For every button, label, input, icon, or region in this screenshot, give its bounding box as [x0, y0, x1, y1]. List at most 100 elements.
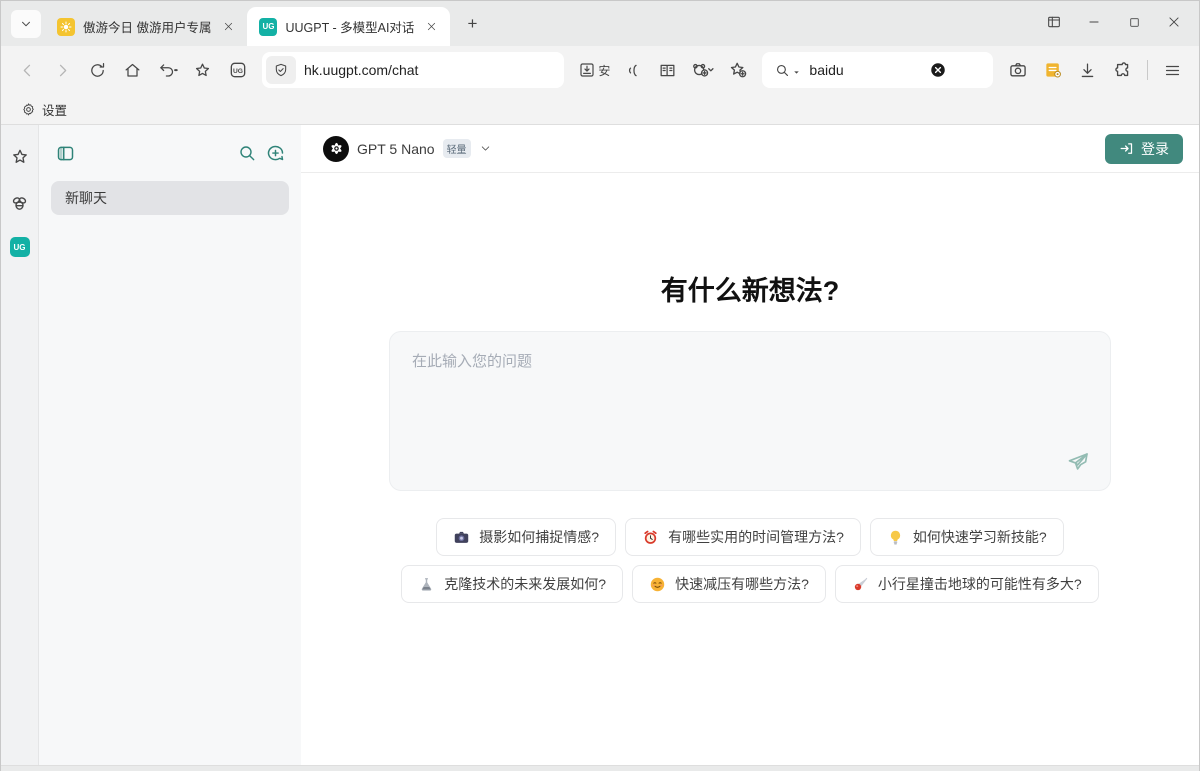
downloads-button[interactable]	[1071, 54, 1104, 87]
forward-button[interactable]	[46, 54, 79, 87]
favorite-star-button[interactable]	[186, 54, 219, 87]
refresh-button[interactable]	[81, 54, 114, 87]
tab-title: 傲游今日 傲游用户专属	[83, 17, 211, 36]
tab-uugpt[interactable]: UG UUGPT - 多模型AI对话	[247, 7, 450, 46]
tab-close-icon[interactable]	[422, 18, 440, 36]
bookmarks-bar: 设置	[1, 94, 1199, 125]
toolbar-divider	[1147, 60, 1148, 80]
chat-sidebar: 新聊天	[39, 125, 301, 765]
comet-emoji-icon	[852, 576, 869, 593]
reader-mode-button[interactable]	[651, 54, 684, 87]
search-engine-dropdown-icon[interactable]	[792, 68, 801, 77]
camera-emoji-icon	[453, 529, 470, 546]
suggestion-chips: 摄影如何捕捉情感? 有哪些实用的时间管理方法? 如何快速学习新技能?	[380, 518, 1120, 603]
forward-icon	[53, 61, 72, 80]
suggestion-chip[interactable]: 克隆技术的未来发展如何?	[401, 565, 623, 603]
download-icon	[1078, 61, 1097, 80]
bookmark-settings[interactable]: 设置	[15, 97, 73, 122]
suggestion-chip[interactable]: 小行星撞击地球的可能性有多大?	[835, 565, 1099, 603]
read-aloud-icon	[623, 61, 642, 80]
note-collect-button[interactable]	[1036, 54, 1069, 87]
back-button[interactable]	[11, 54, 44, 87]
adblock-button[interactable]	[686, 54, 719, 87]
site-shield-icon[interactable]	[266, 56, 296, 84]
alembic-emoji-icon	[418, 576, 435, 593]
side-rail: UG	[1, 125, 39, 765]
chat-body: 有什么新想法? 摄影如何捕捉情感? 有哪些实	[301, 173, 1199, 765]
new-tab-button[interactable]: +	[458, 10, 486, 38]
suggestion-chip[interactable]: 如何快速学习新技能?	[870, 518, 1064, 556]
uugpt-favicon: UG	[259, 18, 277, 36]
suggestion-chip[interactable]: 有哪些实用的时间管理方法?	[625, 518, 861, 556]
chat-main: GPT 5 Nano 轻量 登录 有什么新想法?	[301, 125, 1199, 765]
safe-download-icon	[578, 61, 596, 79]
tab-maxthon-today[interactable]: 傲游今日 傲游用户专属	[45, 7, 247, 46]
suggestion-text: 克隆技术的未来发展如何?	[444, 574, 606, 594]
reader-mode-icon	[658, 61, 677, 80]
search-box[interactable]	[762, 52, 993, 88]
search-input[interactable]	[809, 62, 929, 78]
search-icon	[237, 143, 257, 163]
close-icon[interactable]	[1157, 9, 1191, 35]
suggestion-text: 摄影如何捕捉情感?	[479, 527, 599, 547]
add-bookmark-icon	[728, 60, 748, 80]
clear-search-icon[interactable]	[929, 61, 947, 79]
tab-title: UUGPT - 多模型AI对话	[285, 17, 414, 36]
chat-item-label: 新聊天	[65, 188, 107, 208]
model-name: GPT 5 Nano	[357, 141, 435, 157]
chevron-down-icon	[479, 142, 492, 155]
suggestion-chip[interactable]: 快速减压有哪些方法?	[632, 565, 826, 603]
suggestion-text: 如何快速学习新技能?	[913, 527, 1047, 547]
address-bar[interactable]	[262, 52, 564, 88]
new-chat-button[interactable]	[261, 139, 289, 167]
tab-close-icon[interactable]	[219, 18, 237, 36]
add-bookmark-button[interactable]	[721, 54, 754, 87]
maxthon-sun-icon	[57, 18, 75, 36]
safe-download-button[interactable]: 安	[574, 54, 614, 87]
browser-toolbar: UG 安	[1, 46, 1199, 94]
prompt-input-card[interactable]	[389, 331, 1111, 491]
bee-notes-icon[interactable]	[8, 191, 32, 215]
home-button[interactable]	[116, 54, 149, 87]
window-bottom-edge	[1, 765, 1199, 771]
light-bulb-emoji-icon	[887, 529, 904, 546]
send-button[interactable]	[1062, 446, 1094, 478]
undo-button[interactable]	[151, 54, 184, 87]
tab-bar: 傲游今日 傲游用户专属 UG UUGPT - 多模型AI对话 +	[1, 1, 1199, 46]
chat-header: GPT 5 Nano 轻量 登录	[301, 125, 1199, 173]
suggestion-chip[interactable]: 摄影如何捕捉情感?	[436, 518, 616, 556]
openai-logo-icon	[323, 136, 349, 162]
refresh-icon	[88, 61, 107, 80]
search-chats-button[interactable]	[233, 139, 261, 167]
extensions-button[interactable]	[1106, 54, 1139, 87]
chat-list-item[interactable]: 新聊天	[51, 181, 289, 215]
chat-sidebar-header	[51, 139, 289, 167]
model-selector[interactable]: GPT 5 Nano 轻量	[317, 132, 498, 166]
favorites-star-icon[interactable]	[8, 145, 32, 169]
hamburger-menu-icon	[1163, 61, 1182, 80]
boss-key-icon[interactable]	[1037, 9, 1071, 35]
uugpt-rail-icon[interactable]: UG	[10, 237, 30, 257]
ug-launcher-button[interactable]: UG	[221, 54, 254, 87]
collapse-sidebar-button[interactable]	[51, 139, 79, 167]
maximize-icon[interactable]	[1117, 9, 1151, 35]
main-menu-button[interactable]	[1156, 54, 1189, 87]
model-badge: 轻量	[443, 139, 471, 158]
content-area: UG 新聊天 GPT 5 Nano 轻量	[1, 125, 1199, 765]
address-input[interactable]	[304, 62, 554, 78]
screenshot-button[interactable]	[1001, 54, 1034, 87]
page-title: 有什么新想法?	[661, 269, 840, 308]
bookmark-label: 设置	[42, 100, 67, 119]
note-icon	[1043, 60, 1063, 80]
alarm-clock-emoji-icon	[642, 529, 659, 546]
adblock-icon	[690, 60, 715, 80]
minimize-icon[interactable]	[1077, 9, 1111, 35]
safe-download-label: 安	[598, 62, 610, 79]
home-icon	[123, 61, 142, 80]
login-button[interactable]: 登录	[1105, 134, 1183, 164]
tab-list-dropdown-button[interactable]	[11, 10, 41, 38]
prompt-input[interactable]	[412, 350, 1088, 450]
panel-toggle-icon	[55, 143, 76, 164]
read-aloud-button[interactable]	[616, 54, 649, 87]
login-arrow-icon	[1119, 141, 1134, 156]
